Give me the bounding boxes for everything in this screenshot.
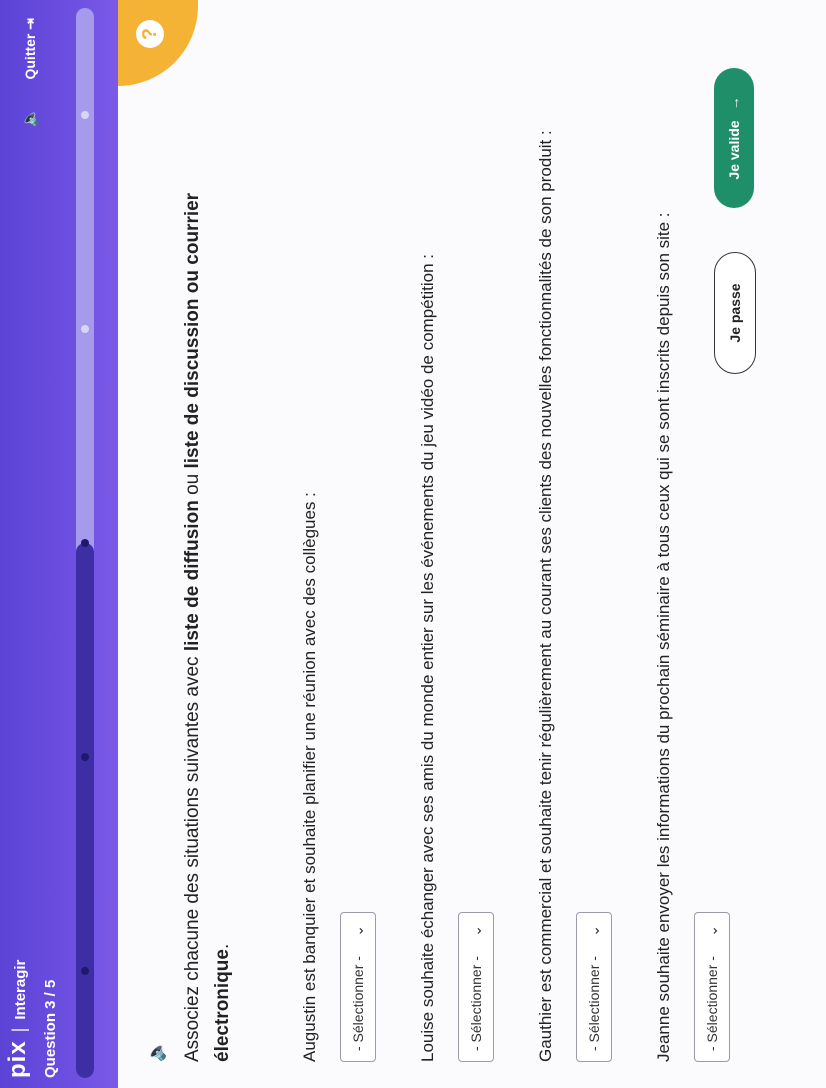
situation-select[interactable]: - Sélectionner - ⌄	[576, 912, 612, 1062]
speaker-icon[interactable]: 🔈	[146, 1040, 167, 1062]
situation-select[interactable]: - Sélectionner - ⌄	[340, 912, 376, 1062]
quit-label: Quitter	[21, 33, 38, 80]
pix-logo[interactable]: pix	[4, 1040, 32, 1078]
instruction-connector: ou	[182, 468, 203, 501]
validate-label: Je valide	[726, 120, 742, 180]
challenge-card: ? 🔈 Associez chacune des situations suiv…	[118, 0, 826, 1088]
chevron-down-icon: ⌄	[467, 925, 484, 937]
exit-icon: ⇥	[21, 18, 38, 30]
progress-dot-2	[81, 753, 89, 761]
select-value: - Sélectionner -	[704, 956, 720, 1051]
validate-button[interactable]: Je valide →	[714, 68, 754, 208]
situation-text: Gauthier est commercial et souhaite teni…	[536, 130, 555, 1062]
select-value: - Sélectionner -	[468, 956, 484, 1051]
progress-dot-5	[81, 111, 89, 119]
header-actions: 🔈 Quitter ⇥	[20, 18, 40, 127]
instruction-bold-1: liste de diffusion	[182, 500, 203, 652]
select-value: - Sélectionner -	[350, 956, 366, 1051]
progress-bar	[76, 8, 94, 1078]
chevron-down-icon: ⌄	[349, 925, 366, 937]
question-counter: Question 3 / 5	[42, 979, 59, 1078]
chevron-down-icon: ⌄	[703, 925, 720, 937]
speaker-icon[interactable]: 🔈	[20, 108, 40, 128]
instruction-prefix: Associez chacune des situations suivante…	[182, 651, 203, 1062]
help-tab[interactable]: ?	[118, 0, 198, 86]
situation-select[interactable]: - Sélectionner - ⌄	[694, 912, 730, 1062]
chevron-down-icon: ⌄	[585, 925, 602, 937]
page: pix | Interagir Question 3 / 5 🔈 Quitter…	[0, 0, 826, 1088]
instruction: Associez chacune des situations suivante…	[178, 102, 238, 1062]
situation-select[interactable]: - Sélectionner - ⌄	[458, 912, 494, 1062]
progress-dot-4	[81, 325, 89, 333]
header: pix | Interagir Question 3 / 5 🔈 Quitter…	[0, 0, 118, 1088]
situation-text: Augustin est banquier et souhaite planif…	[300, 492, 319, 1062]
situation-text: Jeanne souhaite envoyer les informations…	[654, 212, 673, 1062]
quit-button[interactable]: Quitter ⇥	[22, 18, 39, 80]
skip-button[interactable]: Je passe	[714, 252, 756, 374]
brand: pix | Interagir	[4, 960, 32, 1078]
progress-dot-1	[81, 967, 89, 975]
progress-dot-3	[81, 539, 89, 547]
progress-fill	[76, 543, 94, 1078]
arrow-right-icon: →	[726, 96, 742, 111]
select-value: - Sélectionner -	[586, 956, 602, 1051]
situation-text: Louise souhaite échanger avec ses amis d…	[418, 254, 437, 1062]
help-icon: ?	[136, 20, 164, 48]
brand-separator: |	[9, 1027, 29, 1033]
competence-name: Interagir	[12, 959, 29, 1020]
instruction-suffix: .	[212, 943, 233, 950]
